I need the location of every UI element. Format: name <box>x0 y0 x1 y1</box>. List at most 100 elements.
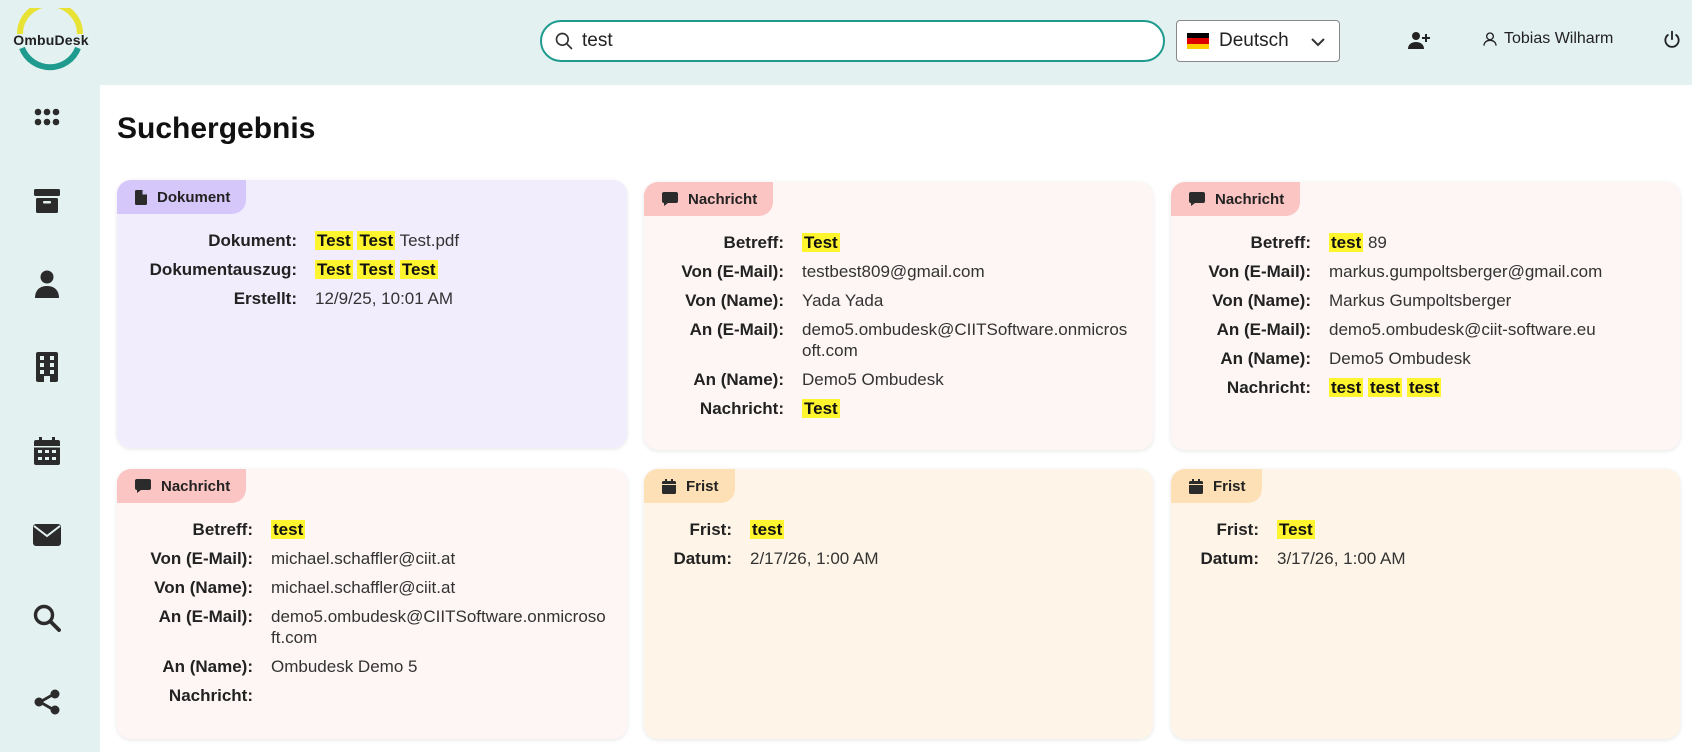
sidebar-item-persons[interactable] <box>30 267 64 301</box>
field-text: michael.schaffler@ciit.at <box>271 549 456 568</box>
add-user-icon[interactable] <box>1407 28 1431 52</box>
search-match-highlight: Test <box>1277 520 1315 539</box>
field-label: Von (E-Mail): <box>681 262 784 281</box>
result-type-badge: Nachricht <box>1171 182 1301 216</box>
sidebar <box>0 85 100 752</box>
field-value: michael.schaffler@ciit.at <box>271 548 607 569</box>
field-value: markus.gumpoltsberger@gmail.com <box>1329 261 1660 282</box>
result-card[interactable]: Nachricht Betreff: test Von (E-Mail): micha… <box>117 469 627 739</box>
calendar-icon <box>1189 478 1203 494</box>
result-card[interactable]: Frist Frist: Test Datum: 3/17/26, 1:00 AM <box>1171 469 1680 739</box>
search-match-highlight: Test <box>315 231 353 250</box>
field-text: Test.pdf <box>399 231 460 250</box>
field-value: test 89 <box>1329 232 1660 253</box>
message-icon <box>662 192 678 206</box>
person-icon <box>35 270 59 298</box>
result-card[interactable]: Frist Frist: test Datum: 2/17/26, 1:00 AM <box>644 469 1153 739</box>
search-icon <box>33 604 61 632</box>
field-text: testbest809@gmail.com <box>802 262 985 281</box>
search-match-highlight: Test <box>802 399 840 418</box>
result-type-label: Nachricht <box>688 190 758 208</box>
field-text: demo5.ombudesk@ciit-software.eu <box>1329 320 1596 339</box>
result-card[interactable]: Nachricht Betreff: test 89 Von (E-Mail): ma… <box>1171 182 1680 450</box>
sidebar-item-calendar[interactable] <box>30 434 64 468</box>
field-label: An (Name): <box>693 370 784 389</box>
field-label: Datum: <box>673 549 732 568</box>
field-value: Test Test Test <box>315 259 607 280</box>
field-value: test <box>271 519 607 540</box>
field-text: 12/9/25, 10:01 AM <box>315 289 453 308</box>
field-label: An (E-Mail): <box>1216 320 1311 339</box>
field-label: Dokumentauszug: <box>149 260 297 279</box>
sidebar-item-organizations[interactable] <box>30 350 64 384</box>
sidebar-item-search[interactable] <box>30 601 64 635</box>
language-label: Deutsch <box>1219 30 1289 51</box>
field-label: Frist: <box>1216 520 1260 539</box>
user-name: Tobias Wilharm <box>1504 30 1614 47</box>
result-type-badge: Frist <box>1171 469 1262 503</box>
main-content: Suchergebnis Dokument Dokument: Test Test… <box>100 85 1692 752</box>
result-card[interactable]: Dokument Dokument: Test Test Test.pdf Doku… <box>117 180 627 448</box>
power-icon[interactable] <box>1662 30 1682 50</box>
result-type-badge: Frist <box>644 469 735 503</box>
search-match-highlight: Test <box>357 260 396 279</box>
field-label: An (E-Mail): <box>689 320 784 339</box>
field-text: 3/17/26, 1:00 AM <box>1277 549 1406 568</box>
field-label: Von (Name): <box>1212 291 1311 310</box>
building-icon <box>36 352 58 382</box>
sidebar-item-dashboard[interactable] <box>30 100 64 134</box>
field-value: michael.schaffler@ciit.at <box>271 577 607 598</box>
search-match-highlight: Test <box>357 231 396 250</box>
archive-icon <box>34 189 60 213</box>
field-text: markus.gumpoltsberger@gmail.com <box>1329 262 1603 281</box>
search-match-highlight: test <box>1406 378 1442 397</box>
global-search[interactable] <box>540 20 1165 62</box>
result-type-label: Dokument <box>157 188 231 206</box>
field-value: Demo5 Ombudesk <box>802 369 1133 390</box>
result-type-label: Nachricht <box>1215 190 1285 208</box>
envelope-icon <box>33 524 61 546</box>
message-icon <box>1189 192 1205 206</box>
field-value: 2/17/26, 1:00 AM <box>750 548 1133 569</box>
sidebar-item-mail[interactable] <box>30 518 64 552</box>
message-icon <box>135 479 151 493</box>
field-value: Test <box>802 232 1133 253</box>
result-type-label: Nachricht <box>161 477 231 495</box>
field-text: Demo5 Ombudesk <box>1329 349 1471 368</box>
result-card[interactable]: Nachricht Betreff: Test Von (E-Mail): testb… <box>644 182 1153 450</box>
sidebar-item-archive[interactable] <box>30 184 64 218</box>
search-match-highlight: Test <box>399 260 438 279</box>
field-label: Nachricht: <box>699 399 784 418</box>
sidebar-item-share[interactable] <box>30 685 64 719</box>
search-input[interactable] <box>582 30 1142 52</box>
language-select[interactable]: Deutsch <box>1176 20 1340 62</box>
search-icon <box>555 32 573 50</box>
field-text: Demo5 Ombudesk <box>802 370 944 389</box>
field-text: demo5.ombudesk@CIITSoftware.onmicrosoft.… <box>271 607 606 647</box>
field-value: Test <box>1277 519 1660 540</box>
field-label: Erstellt: <box>233 289 297 308</box>
field-label: Von (E-Mail): <box>150 549 253 568</box>
field-value: 12/9/25, 10:01 AM <box>315 288 607 309</box>
field-value: Yada Yada <box>802 290 1133 311</box>
field-text: Markus Gumpoltsberger <box>1329 291 1512 310</box>
user-menu[interactable]: Tobias Wilharm <box>1482 30 1613 48</box>
result-fields: Frist: test Datum: 2/17/26, 1:00 AM <box>644 519 1133 569</box>
field-value: test <box>750 519 1133 540</box>
search-match-highlight: test <box>1329 233 1364 252</box>
calendar-icon <box>34 437 60 465</box>
search-match-highlight: test <box>750 520 785 539</box>
field-label: An (E-Mail): <box>158 607 253 626</box>
page-title: Suchergebnis <box>117 112 316 145</box>
field-text: 89 <box>1367 233 1387 252</box>
field-label: Betreff: <box>192 520 253 539</box>
field-label: Betreff: <box>723 233 784 252</box>
field-value: demo5.ombudesk@ciit-software.eu <box>1329 319 1660 340</box>
search-match-highlight: Test <box>802 233 840 252</box>
field-label: Betreff: <box>1250 233 1311 252</box>
chevron-down-icon <box>1311 38 1325 47</box>
app-logo[interactable]: OmbuDesk <box>4 8 96 76</box>
field-label: Nachricht: <box>168 686 253 705</box>
search-match-highlight: test <box>1329 378 1364 397</box>
top-bar: OmbuDesk Deutsch Tobias Wilharm <box>0 0 1692 85</box>
